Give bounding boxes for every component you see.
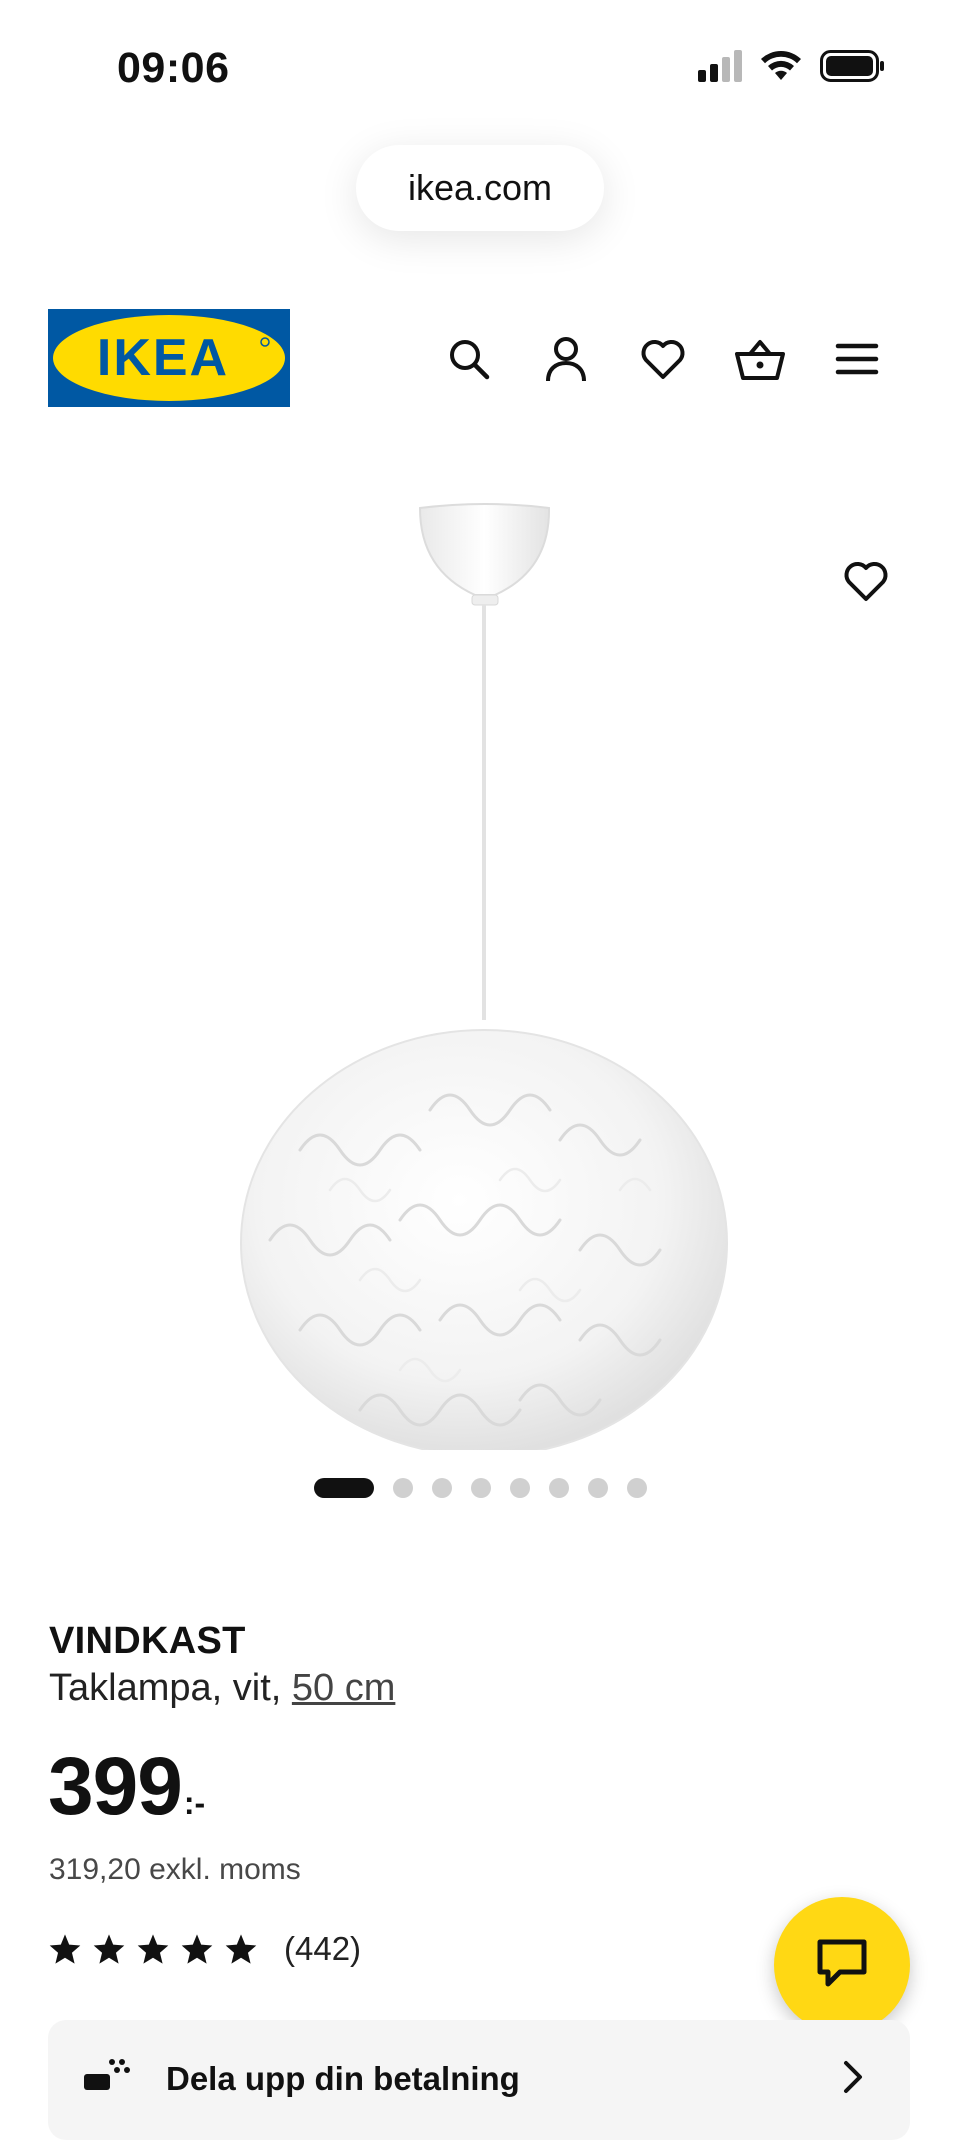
price-suffix: :- xyxy=(183,1785,206,1821)
gallery-pagination xyxy=(314,1478,647,1498)
product-image-pendant-lamp[interactable] xyxy=(0,460,960,1450)
product-price: 399 :- xyxy=(48,1746,205,1828)
chevron-right-icon xyxy=(842,2060,864,2099)
product-type: Taklampa, vit, xyxy=(49,1667,292,1709)
wifi-icon xyxy=(760,50,802,87)
url-text: ikea.com xyxy=(407,167,553,208)
star-icon xyxy=(225,1934,257,1964)
battery-icon xyxy=(820,50,886,87)
product-rating[interactable]: (442) xyxy=(48,1930,361,1968)
gallery-dot[interactable] xyxy=(627,1478,647,1498)
star-icon xyxy=(181,1934,213,1964)
product-description: Taklampa, vit, 50 cm xyxy=(49,1667,395,1710)
chat-button[interactable] xyxy=(774,1897,910,2033)
add-to-favourites-button[interactable] xyxy=(836,553,896,613)
status-bar: 09:06 xyxy=(0,0,960,140)
header-icons xyxy=(440,330,886,388)
star-icon xyxy=(137,1934,169,1964)
star-icon xyxy=(49,1934,81,1964)
search-icon[interactable] xyxy=(440,330,498,388)
split-payment-label: Dela upp din betalning xyxy=(166,2060,520,2097)
price-excl-vat: 319,20 exkl. moms xyxy=(49,1853,301,1886)
gallery-dot[interactable] xyxy=(510,1478,530,1498)
gallery-dot[interactable] xyxy=(588,1478,608,1498)
shopping-basket-icon[interactable] xyxy=(731,330,789,388)
gallery-dot[interactable] xyxy=(393,1478,413,1498)
price-integer: 399 xyxy=(48,1741,183,1832)
cellular-signal-icon xyxy=(698,50,742,87)
product-name: VINDKAST xyxy=(49,1620,246,1662)
gallery-dot[interactable] xyxy=(432,1478,452,1498)
status-icons xyxy=(698,50,886,87)
heart-icon xyxy=(842,559,890,608)
ikea-logo[interactable]: IKEA xyxy=(48,309,290,407)
gallery-dot[interactable] xyxy=(549,1478,569,1498)
logo-text: IKEA xyxy=(97,329,229,387)
split-payment-banner[interactable]: Dela upp din betalning xyxy=(48,2020,910,2140)
gallery-dot-active[interactable] xyxy=(314,1478,374,1498)
status-time: 09:06 xyxy=(117,44,230,92)
product-gallery[interactable] xyxy=(0,460,960,1450)
gallery-dot[interactable] xyxy=(471,1478,491,1498)
size-link[interactable]: 50 cm xyxy=(292,1667,395,1709)
site-header: IKEA xyxy=(0,300,960,420)
profile-icon[interactable] xyxy=(537,330,595,388)
menu-icon[interactable] xyxy=(828,330,886,388)
payment-icon xyxy=(82,2056,134,2101)
star-icon xyxy=(93,1934,125,1964)
chat-bubble-icon xyxy=(816,1938,868,1993)
review-count: (442) xyxy=(284,1930,362,1967)
rating-stars xyxy=(48,1933,258,1965)
browser-url-bar[interactable]: ikea.com xyxy=(356,145,604,231)
heart-icon[interactable] xyxy=(634,330,692,388)
